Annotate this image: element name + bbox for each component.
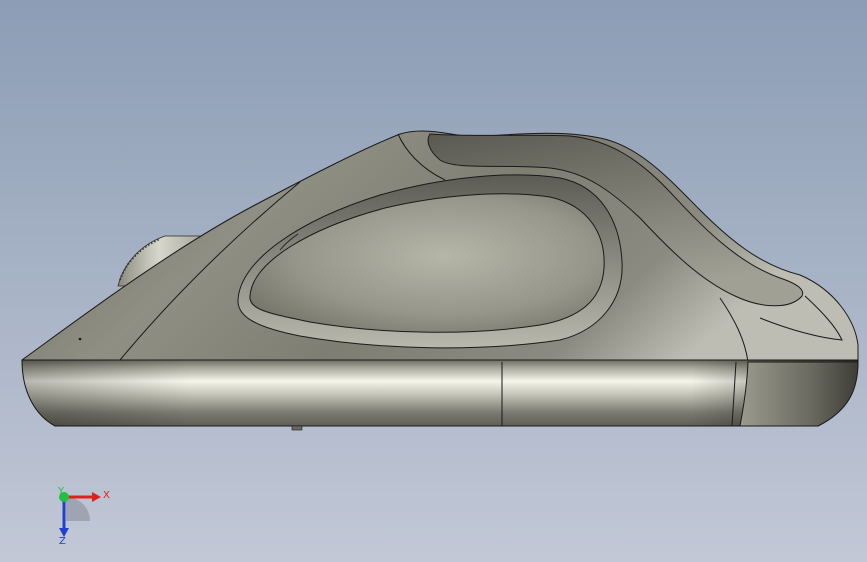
cad-scene[interactable]: X Y Z [0,0,867,562]
front-marker-dot [78,337,82,341]
foot-pad [291,425,303,431]
z-axis-label: Z [59,536,66,547]
graphics-viewport[interactable]: X Y Z [0,0,867,562]
x-axis-label: X [103,490,110,501]
y-axis-label: Y [57,486,65,497]
